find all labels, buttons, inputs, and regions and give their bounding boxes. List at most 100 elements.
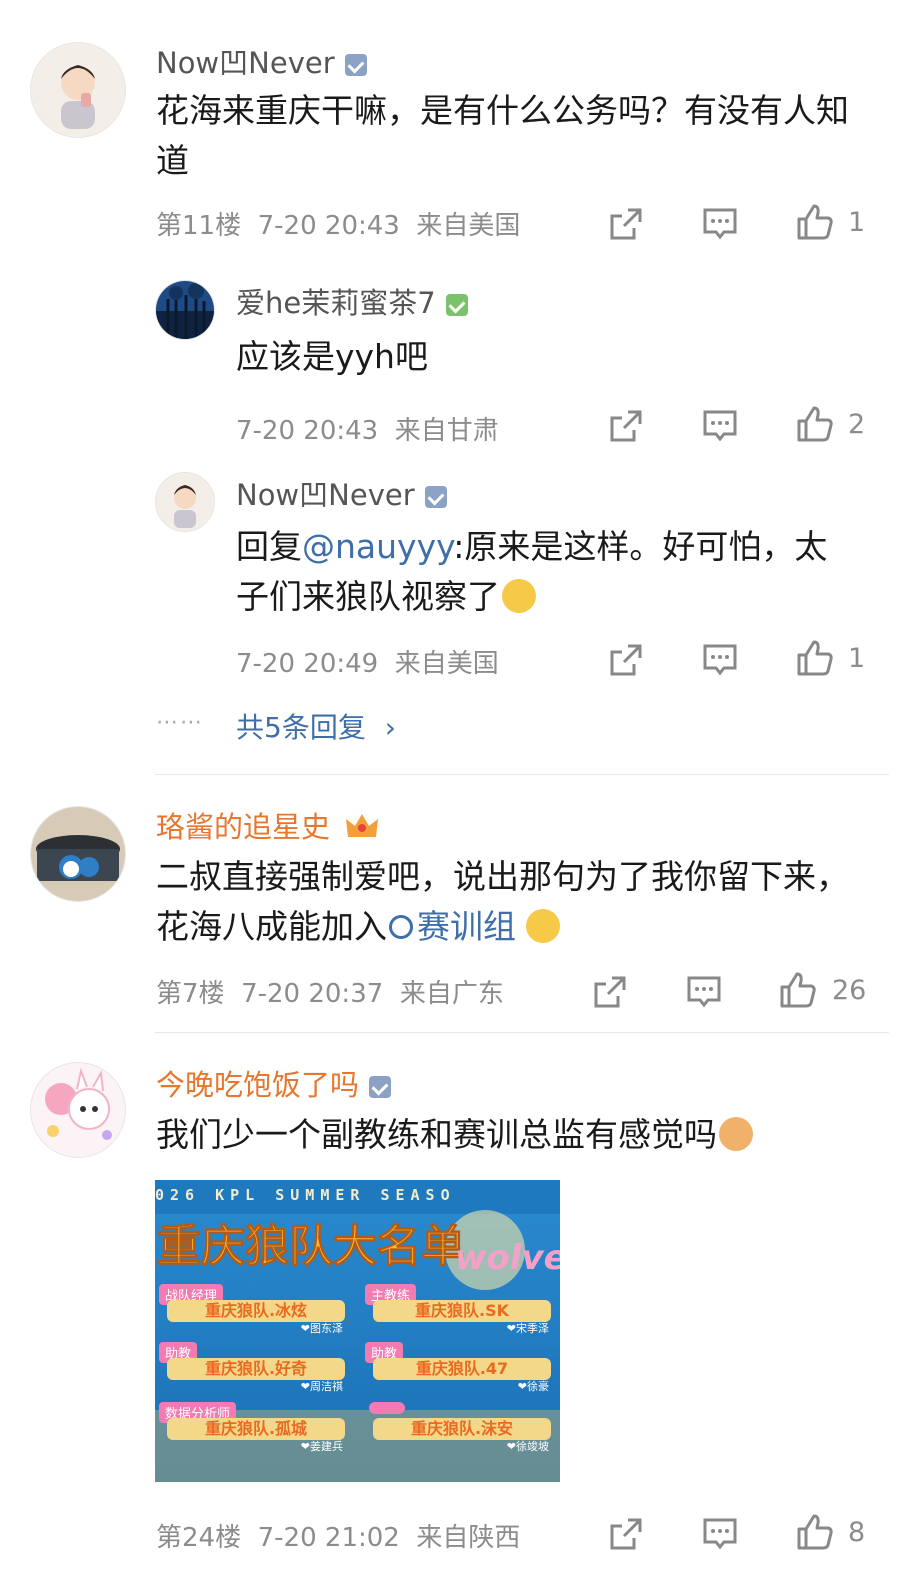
like-count: 1 [848, 207, 866, 238]
poster-card-name: 重庆狼队.好奇 [167, 1358, 345, 1380]
location: 来自美国 [416, 211, 521, 241]
like-icon[interactable] [795, 638, 835, 678]
username-text[interactable]: 今晚吃饱饭了吗 [156, 1068, 359, 1102]
crown-icon [346, 814, 379, 837]
poster-card-name: 重庆狼队.冰炫 [167, 1300, 345, 1322]
comment-username[interactable]: Now凹Never [156, 40, 367, 82]
poster-card: 数据分析师 重庆狼队.孤城 ❤姜建兵 [159, 1402, 349, 1453]
floor-number: 第24楼 [156, 1523, 242, 1553]
poster-card-real: ❤徐竣坡 [506, 1440, 549, 1453]
poster-card-real: ❤图东泽 [300, 1322, 343, 1335]
mention-link[interactable]: @nauyyy [302, 527, 453, 566]
comment-meta: 第11楼 7-20 20:43 来自美国 [156, 205, 520, 242]
comment-username[interactable]: 今晚吃饱饭了吗 [156, 1062, 392, 1104]
location: 来自美国 [394, 649, 499, 679]
verified-badge-icon [344, 54, 367, 76]
reply-avatar[interactable] [155, 280, 215, 340]
poster-card: 重庆狼队.沫安 ❤徐竣坡 [365, 1402, 555, 1453]
comment-divider [155, 1032, 889, 1033]
comment-body: 我们少一个副教练和赛训总监有感觉吗 [156, 1115, 717, 1154]
floor-number: 第7楼 [156, 979, 225, 1009]
comment-icon[interactable] [700, 204, 740, 244]
comment-icon[interactable] [700, 406, 740, 446]
avatar-image [31, 1063, 125, 1157]
comment-text: 花海来重庆干嘛，是有什么公务吗？有没有人知道 [156, 91, 849, 180]
chevron-right-icon: › [384, 711, 396, 744]
timestamp: 7-20 20:49 [236, 649, 379, 679]
avatar-image [31, 43, 125, 137]
poster-card-name: 重庆狼队.孤城 [167, 1418, 345, 1440]
timestamp: 7-20 20:43 [257, 211, 400, 241]
username-text[interactable]: Now凹Never [236, 478, 415, 512]
poster-card: 战队经理 重庆狼队.冰炫 ❤图东泽 [159, 1284, 349, 1335]
comment-divider [155, 774, 889, 775]
verified-badge-icon [445, 294, 468, 316]
comment-icon[interactable] [700, 1514, 740, 1554]
poster-card-name: 重庆狼队.SK [373, 1300, 551, 1322]
dog-emoji-icon [719, 1117, 753, 1151]
share-icon[interactable] [606, 406, 646, 446]
comment-text: 二叔直接强制爱吧，说出那句为了我你留下来，花海八成能加入 赛训组 [156, 852, 876, 952]
reply-meta: 7-20 20:43 来自甘肃 [236, 410, 499, 447]
poster-card: 助教 重庆狼队.好奇 ❤周洁祺 [159, 1342, 349, 1393]
comment-icon[interactable] [684, 972, 724, 1012]
dots-separator: ⋯⋯ [156, 710, 204, 735]
reply-avatar[interactable] [155, 472, 215, 532]
poster-script: wolve [455, 1238, 560, 1278]
username-text[interactable]: 爱he茉莉蜜茶7 [236, 286, 436, 320]
like-icon[interactable] [778, 970, 818, 1010]
poster-card: 助教 重庆狼队.47 ❤徐豪 [365, 1342, 555, 1393]
share-icon[interactable] [590, 972, 630, 1012]
username-text[interactable]: 珞酱的追星史 [156, 810, 330, 844]
comment-image[interactable]: 026 KPL SUMMER SEASO 重庆狼队大名单 wolve 战队经理 … [155, 1180, 560, 1482]
avatar[interactable] [30, 806, 126, 902]
avatar[interactable] [30, 1062, 126, 1158]
poster-card-real: ❤徐豪 [517, 1380, 549, 1393]
more-replies-label[interactable]: 共5条回复 [236, 711, 366, 744]
more-replies-link[interactable]: 共5条回复 › [236, 706, 396, 746]
reply-prefix: 回复 [236, 527, 302, 566]
reply-meta: 7-20 20:49 来自美国 [236, 643, 499, 680]
comment-username[interactable]: 珞酱的追星史 [156, 804, 379, 846]
timestamp: 7-20 21:02 [257, 1523, 400, 1553]
reply-username[interactable]: Now凹Never [236, 472, 447, 514]
floor-number: 第11楼 [156, 211, 242, 241]
poster-banner: 026 KPL SUMMER SEASO [155, 1186, 456, 1204]
reply-text: 回复@nauyyy:原来是这样。好可怕，太子们来狼队视察了 [236, 522, 856, 622]
share-icon[interactable] [606, 640, 646, 680]
poster-card: 主教练 重庆狼队.SK ❤宋季泽 [365, 1284, 555, 1335]
timestamp: 7-20 20:43 [236, 416, 379, 446]
reply-text: 应该是yyh吧 [236, 337, 428, 376]
like-icon[interactable] [795, 1512, 835, 1552]
share-icon[interactable] [606, 1514, 646, 1554]
poster-card-real: ❤宋季泽 [506, 1322, 549, 1335]
reply-username[interactable]: 爱he茉莉蜜茶7 [236, 280, 468, 322]
verified-badge-icon [369, 1076, 392, 1098]
timestamp: 7-20 20:37 [241, 979, 384, 1009]
avatar-image [31, 807, 125, 901]
poster-card-name: 重庆狼队.47 [373, 1358, 551, 1380]
comment-meta: 第7楼 7-20 20:37 来自广东 [156, 973, 504, 1010]
share-icon[interactable] [606, 204, 646, 244]
location: 来自广东 [399, 979, 504, 1009]
like-icon[interactable] [795, 404, 835, 444]
like-icon[interactable] [795, 202, 835, 242]
topic-link-label[interactable]: 赛训组 [417, 907, 516, 946]
topic-link[interactable]: 赛训组 [387, 907, 516, 946]
poster-card-real: ❤周洁祺 [300, 1380, 343, 1393]
poster-card-real: ❤姜建兵 [300, 1440, 343, 1453]
username-text[interactable]: Now凹Never [156, 46, 335, 80]
like-count: 1 [848, 643, 866, 674]
avatar[interactable] [30, 42, 126, 138]
verified-badge-icon [424, 486, 447, 508]
avatar-image [156, 281, 214, 339]
like-count: 26 [832, 975, 867, 1006]
search-icon [389, 915, 413, 939]
location: 来自陕西 [416, 1523, 521, 1553]
laughing-crying-emoji-icon [502, 579, 536, 613]
comment-icon[interactable] [700, 640, 740, 680]
poster-title: 重庆狼队大名单 [157, 1221, 466, 1273]
crying-emoji-icon [526, 909, 560, 943]
like-count: 2 [848, 409, 866, 440]
comment-text: 我们少一个副教练和赛训总监有感觉吗 [156, 1110, 876, 1160]
